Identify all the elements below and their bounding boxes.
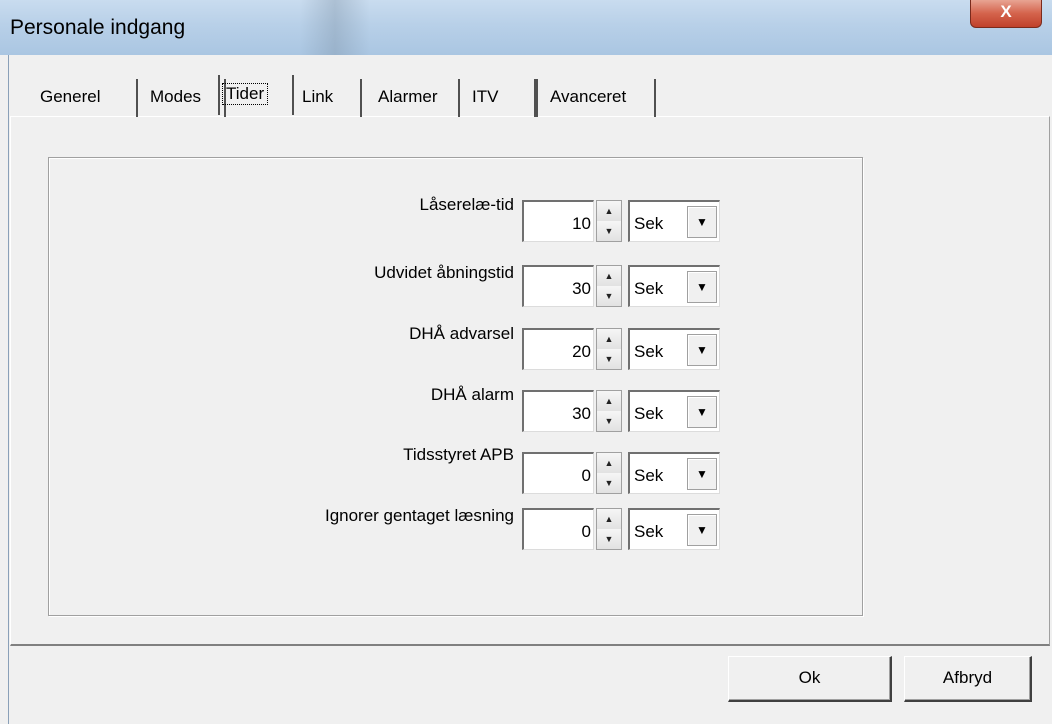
ignorer-gentaget-laesning-input[interactable]: 0	[522, 508, 594, 550]
dhaa-alarm-unit-select[interactable]: Sek ▼	[628, 390, 720, 432]
label-udvidet-aabningstid: Udvidet åbningstid	[374, 263, 514, 282]
label-laaserelae-tid: Låserelæ-tid	[419, 195, 515, 214]
unit-value: Sek	[634, 466, 664, 485]
spin-up-button[interactable]: ▲	[597, 391, 621, 412]
udvidet-aabningstid-input[interactable]: 30	[522, 265, 594, 307]
laaserelae-tid-input[interactable]: 10	[522, 200, 594, 242]
arrow-down-icon: ▼	[604, 354, 614, 364]
arrow-down-icon: ▼	[604, 291, 614, 301]
spin-down-button[interactable]: ▼	[597, 529, 621, 549]
tab-label: Modes	[150, 87, 202, 106]
dhaa-advarsel-spinner: ▲ ▼	[596, 328, 622, 370]
title-bar: Personale indgang X	[0, 0, 1052, 55]
dhaa-alarm-spinner: ▲ ▼	[596, 390, 622, 432]
tab-alarmer[interactable]: Alarmer	[362, 79, 460, 117]
unit-value: Sek	[634, 214, 664, 233]
label-ignorer-gentaget-laesning: Ignorer gentaget læsning	[324, 506, 514, 525]
tidsstyret-apb-unit-select[interactable]: Sek ▼	[628, 452, 720, 494]
label-tidsstyret-apb: Tidsstyret APB	[403, 445, 514, 464]
chevron-down-icon[interactable]: ▼	[687, 458, 717, 490]
cancel-button[interactable]: Afbryd	[904, 656, 1032, 702]
tab-modes[interactable]: Modes	[138, 79, 226, 117]
spin-up-button[interactable]: ▲	[597, 329, 621, 350]
title-bar-highlight	[300, 0, 370, 55]
arrow-down-icon: ▼	[604, 226, 614, 236]
chevron-down-icon[interactable]: ▼	[687, 396, 717, 428]
arrow-up-icon: ▲	[604, 396, 614, 406]
spin-up-button[interactable]: ▲	[597, 266, 621, 287]
dhaa-advarsel-unit-select[interactable]: Sek ▼	[628, 328, 720, 370]
ignorer-gentaget-laesning-unit-select[interactable]: Sek ▼	[628, 508, 720, 550]
spin-up-button[interactable]: ▲	[597, 509, 621, 530]
arrow-up-icon: ▲	[604, 206, 614, 216]
close-button[interactable]: X	[970, 0, 1042, 28]
tab-generel[interactable]: Generel	[40, 79, 138, 117]
arrow-up-icon: ▲	[604, 334, 614, 344]
spin-down-button[interactable]: ▼	[597, 473, 621, 493]
tidsstyret-apb-spinner: ▲ ▼	[596, 452, 622, 494]
tab-label: ITV	[472, 87, 499, 106]
tab-label: Generel	[40, 87, 101, 106]
arrow-up-icon: ▲	[604, 514, 614, 524]
chevron-down-icon[interactable]: ▼	[687, 206, 717, 238]
spin-down-button[interactable]: ▼	[597, 349, 621, 369]
dhaa-alarm-input[interactable]: 30	[522, 390, 594, 432]
tidsstyret-apb-input[interactable]: 0	[522, 452, 594, 494]
udvidet-aabningstid-unit-select[interactable]: Sek ▼	[628, 265, 720, 307]
ignorer-gentaget-laesning-spinner: ▲ ▼	[596, 508, 622, 550]
tab-itv[interactable]: ITV	[460, 79, 536, 117]
spin-down-button[interactable]: ▼	[597, 286, 621, 306]
arrow-down-icon: ▼	[604, 534, 614, 544]
chevron-down-icon[interactable]: ▼	[687, 271, 717, 303]
chevron-down-icon[interactable]: ▼	[687, 514, 717, 546]
tab-tider[interactable]: Tider	[218, 75, 294, 115]
close-icon: X	[1000, 2, 1012, 21]
ok-button[interactable]: Ok	[728, 656, 892, 702]
unit-value: Sek	[634, 522, 664, 541]
dhaa-advarsel-input[interactable]: 20	[522, 328, 594, 370]
unit-value: Sek	[634, 279, 664, 298]
laaserelae-tid-unit-select[interactable]: Sek ▼	[628, 200, 720, 242]
unit-value: Sek	[634, 342, 664, 361]
arrow-up-icon: ▲	[604, 458, 614, 468]
tab-label: Tider	[222, 83, 269, 105]
tab-label: Alarmer	[378, 87, 438, 106]
arrow-down-icon: ▼	[604, 478, 614, 488]
tab-link[interactable]: Link	[294, 79, 362, 117]
arrow-up-icon: ▲	[604, 271, 614, 281]
tab-avanceret[interactable]: Avanceret	[536, 79, 656, 117]
chevron-down-icon[interactable]: ▼	[687, 334, 717, 366]
spin-up-button[interactable]: ▲	[597, 201, 621, 222]
window-title: Personale indgang	[10, 16, 186, 39]
spin-up-button[interactable]: ▲	[597, 453, 621, 474]
label-dhaa-alarm: DHÅ alarm	[430, 385, 514, 404]
arrow-down-icon: ▼	[604, 416, 614, 426]
udvidet-aabningstid-spinner: ▲ ▼	[596, 265, 622, 307]
unit-value: Sek	[634, 404, 664, 423]
tab-label: Link	[302, 87, 334, 106]
tab-label: Avanceret	[550, 87, 627, 106]
laaserelae-tid-spinner: ▲ ▼	[596, 200, 622, 242]
spin-down-button[interactable]: ▼	[597, 221, 621, 241]
label-dhaa-advarsel: DHÅ advarsel	[409, 324, 514, 343]
spin-down-button[interactable]: ▼	[597, 411, 621, 431]
